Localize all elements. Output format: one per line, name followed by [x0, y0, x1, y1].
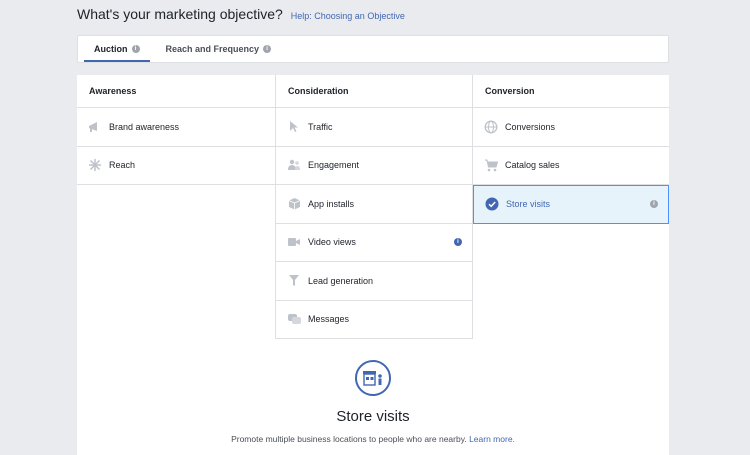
objective-traffic[interactable]: Traffic [276, 108, 472, 147]
tab-auction[interactable]: Auction i [84, 36, 150, 62]
video-camera-icon [286, 235, 302, 249]
column-heading: Conversion [473, 75, 669, 108]
tab-label: Auction [94, 44, 128, 54]
megaphone-icon [87, 120, 103, 134]
people-icon [286, 158, 302, 172]
objective-label: Store visits [506, 199, 551, 210]
objective-app-installs[interactable]: App installs [276, 185, 472, 224]
info-icon[interactable]: i [454, 238, 462, 247]
objective-video-views[interactable]: Video views i [276, 224, 472, 262]
objective-label: Video views [308, 237, 356, 248]
cart-icon [483, 158, 499, 172]
page-title: What's your marketing objective? [77, 6, 283, 22]
learn-more-link[interactable]: Learn more. [469, 434, 515, 444]
objective-label: Engagement [308, 160, 360, 171]
objective-label: Messages [308, 314, 350, 325]
objective-lead-generation[interactable]: Lead generation [276, 262, 472, 301]
cursor-icon [286, 120, 302, 134]
storefront-icon [355, 360, 391, 396]
objective-detail: Store visits Promote multiple business l… [77, 360, 669, 444]
conversion-column: Conversion Conversions Catalog sales Sto… [473, 75, 669, 224]
check-circle-icon [484, 197, 500, 211]
chat-bubbles-icon [286, 312, 302, 326]
help-link[interactable]: Help: Choosing an Objective [291, 11, 405, 21]
objective-label: Brand awareness [109, 121, 180, 132]
snowflake-icon [87, 158, 103, 172]
column-heading: Awareness [77, 75, 275, 108]
column-heading: Consideration [276, 75, 472, 108]
info-icon[interactable]: i [263, 45, 272, 53]
detail-title: Store visits [336, 408, 410, 425]
objective-label: Traffic [308, 121, 333, 132]
tab-label: Reach and Frequency [165, 44, 260, 54]
globe-icon [483, 120, 499, 134]
detail-description-text: Promote multiple business locations to p… [231, 434, 467, 444]
objective-label: Lead generation [308, 275, 374, 286]
consideration-column: Consideration Traffic Engagement App ins… [275, 75, 473, 339]
info-icon[interactable]: i [650, 200, 658, 209]
info-icon[interactable]: i [131, 45, 140, 53]
objective-reach[interactable]: Reach [77, 147, 275, 185]
objective-label: App installs [308, 198, 355, 209]
objective-store-visits[interactable]: Store visits i [473, 185, 669, 224]
objective-conversions[interactable]: Conversions [473, 108, 669, 147]
objective-engagement[interactable]: Engagement [276, 147, 472, 185]
objective-label: Catalog sales [505, 160, 560, 171]
tab-reach-and-frequency[interactable]: Reach and Frequency i [156, 36, 282, 62]
objective-label: Conversions [505, 121, 556, 132]
objective-label: Reach [109, 160, 136, 171]
page-header: What's your marketing objective? Help: C… [77, 6, 405, 22]
objective-tabs: Auction i Reach and Frequency i [77, 35, 669, 63]
objective-messages[interactable]: Messages [276, 301, 472, 339]
objective-catalog-sales[interactable]: Catalog sales [473, 147, 669, 185]
detail-description: Promote multiple business locations to p… [77, 434, 669, 444]
awareness-column: Awareness Brand awareness Reach [77, 75, 275, 185]
box-icon [286, 197, 302, 211]
objective-brand-awareness[interactable]: Brand awareness [77, 108, 275, 147]
filter-icon [286, 274, 302, 288]
